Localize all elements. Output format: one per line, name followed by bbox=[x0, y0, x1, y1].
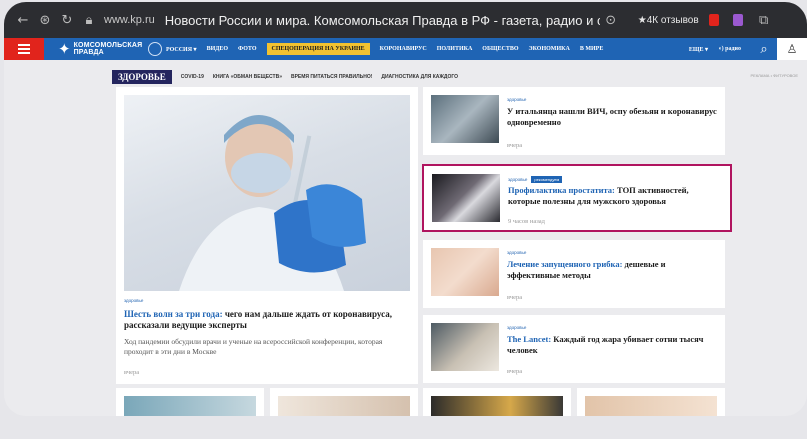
radio-link[interactable]: ◖) радио bbox=[718, 46, 741, 52]
side-article-image-4[interactable] bbox=[431, 323, 499, 371]
side-article-card-4[interactable]: здоровье The Lancet: Каждый год жара уби… bbox=[423, 315, 725, 383]
main-article-image[interactable] bbox=[124, 95, 410, 291]
bottom-article-card-1[interactable] bbox=[116, 388, 264, 416]
main-article-title[interactable]: Шесть волн за три года: чего нам дальше … bbox=[124, 309, 410, 331]
page-title: Новости России и мира. Комсомольская Пра… bbox=[164, 12, 600, 28]
side-article-tag-1[interactable]: здоровье bbox=[507, 97, 526, 102]
ad-label: РЕКЛАМА • ФИТУРОВОЕ bbox=[750, 73, 799, 78]
bookmark-icon[interactable]: ⊙ bbox=[600, 13, 622, 28]
side-article-card-3[interactable]: здоровье Лечение запущенного грибка: деш… bbox=[423, 240, 725, 308]
menu-icon[interactable] bbox=[4, 38, 44, 60]
nav-russia[interactable]: РОССИЯ ▾ bbox=[166, 46, 197, 53]
side-article-title-3-link[interactable]: Лечение запущенного грибка: bbox=[507, 259, 622, 269]
reload-icon[interactable]: ↻ bbox=[56, 13, 78, 28]
side-article-tag-2[interactable]: здоровье рекомендуем bbox=[508, 176, 563, 183]
reviews-badge[interactable]: ★4К отзывов bbox=[638, 15, 699, 26]
side-article-card-2[interactable]: здоровье рекомендуем Профилактика простат… bbox=[422, 164, 732, 232]
bottom-article-card-2[interactable] bbox=[270, 388, 418, 416]
section-link-covid[interactable]: COVID-19 bbox=[181, 74, 204, 80]
nav-world[interactable]: В МИРЕ bbox=[580, 46, 604, 52]
radio-label: радио bbox=[725, 46, 741, 52]
radio-icon: ◖) bbox=[718, 46, 724, 52]
side-article-image-2[interactable] bbox=[432, 174, 500, 222]
side-article-time-3: вчера bbox=[507, 294, 523, 301]
extensions-icon[interactable]: ⧉ bbox=[753, 13, 775, 28]
logo-badge-icon bbox=[148, 42, 163, 56]
site-navbar: ✦ КОМСОМОЛЬСКАЯ ПРАВДА РОССИЯ ▾ ВИДЕО ФО… bbox=[4, 38, 807, 60]
section-link-book[interactable]: КНИГА «ОБМАН ВЕЩЕСТВ» bbox=[213, 74, 282, 80]
side-article-title-3[interactable]: Лечение запущенного грибка: дешевые и эф… bbox=[507, 259, 717, 281]
side-article-title-2[interactable]: Профилактика простатита: ТОП активностей… bbox=[508, 185, 718, 207]
nav-special-operation[interactable]: СПЕЦОПЕРАЦИЯ НА УКРАИНЕ bbox=[266, 43, 370, 55]
bottom-article-image-3[interactable] bbox=[431, 396, 563, 416]
lock-icon: 🔒︎ bbox=[85, 12, 93, 28]
side-article-title-4[interactable]: The Lancet: Каждый год жара убивает сотн… bbox=[507, 334, 717, 356]
history-icon[interactable]: ⊛ bbox=[34, 13, 56, 28]
section-label[interactable]: ЗДОРОВЬЕ bbox=[112, 70, 172, 84]
bottom-article-image-1[interactable] bbox=[124, 396, 256, 416]
logo-line-1: КОМСОМОЛЬСКАЯ bbox=[73, 42, 143, 49]
side-article-tag-3[interactable]: здоровье bbox=[507, 250, 526, 255]
nav-coronavirus[interactable]: КОРОНАВИРУС bbox=[380, 46, 427, 52]
recommend-badge: рекомендуем bbox=[531, 176, 563, 183]
section-link-nutrition[interactable]: ВРЕМЯ ПИТАТЬСЯ ПРАВИЛЬНО! bbox=[291, 74, 372, 80]
site-logo[interactable]: ✦ КОМСОМОЛЬСКАЯ ПРАВДА bbox=[58, 40, 166, 58]
main-article-title-link[interactable]: Шесть волн за три года: bbox=[124, 309, 223, 319]
section-bar: ЗДОРОВЬЕ COVID-19 КНИГА «ОБМАН ВЕЩЕСТВ» … bbox=[112, 70, 807, 84]
main-article-time: вчера bbox=[124, 369, 140, 376]
side-article-image-3[interactable] bbox=[431, 248, 499, 296]
logo-line-2: ПРАВДА bbox=[73, 49, 104, 56]
side-article-time-2: 9 часов назад bbox=[508, 218, 545, 225]
side-article-title-1[interactable]: У итальянца нашли ВИЧ, оспу обезьян и ко… bbox=[507, 106, 717, 128]
user-icon[interactable]: ♙ bbox=[777, 38, 807, 60]
side-article-time-4: вчера bbox=[507, 368, 523, 375]
side-article-image-1[interactable] bbox=[431, 95, 499, 143]
side-article-tag-2-text: здоровье bbox=[508, 177, 528, 182]
bottom-article-image-2[interactable] bbox=[278, 396, 410, 416]
main-article-subtitle: Ход пандемии обсудили врачи и ученые на … bbox=[124, 337, 383, 356]
main-article-card[interactable]: здоровье Шесть волн за три года: чего на… bbox=[116, 87, 418, 384]
bottom-article-card-4[interactable] bbox=[577, 388, 725, 416]
logo-star-icon: ✦ bbox=[58, 40, 71, 58]
vaccination-illustration bbox=[179, 115, 366, 291]
extension-bookmark-icon[interactable] bbox=[708, 14, 719, 26]
extension-pen-icon[interactable] bbox=[732, 14, 743, 26]
nav-economy[interactable]: ЭКОНОМИКА bbox=[529, 46, 570, 52]
back-icon[interactable]: ← bbox=[12, 13, 34, 28]
bottom-article-card-3[interactable] bbox=[423, 388, 571, 416]
side-article-time-1: вчера bbox=[507, 142, 523, 149]
nav-politics[interactable]: ПОЛИТИКА bbox=[437, 46, 473, 52]
address-bar[interactable]: www.kp.ru bbox=[104, 14, 155, 26]
section-link-diagnostics[interactable]: ДИАГНОСТИКА ДЛЯ КАЖДОГО bbox=[381, 74, 458, 80]
nav-more[interactable]: ЕЩЕ ▾ bbox=[689, 46, 708, 53]
nav-photo[interactable]: ФОТО bbox=[238, 46, 256, 52]
browser-toolbar: ← ⊛ ↻ 🔒︎ www.kp.ru Новости России и мира… bbox=[4, 2, 807, 38]
side-article-tag-4[interactable]: здоровье bbox=[507, 325, 526, 330]
nav-video[interactable]: ВИДЕО bbox=[207, 46, 228, 52]
bottom-article-image-4[interactable] bbox=[585, 396, 717, 416]
side-article-card-1[interactable]: здоровье У итальянца нашли ВИЧ, оспу обе… bbox=[423, 87, 725, 155]
side-article-title-2-link[interactable]: Профилактика простатита: bbox=[508, 185, 615, 195]
nav-society[interactable]: ОБЩЕСТВО bbox=[482, 46, 518, 52]
screenshot: ← ⊛ ↻ 🔒︎ www.kp.ru Новости России и мира… bbox=[4, 2, 807, 416]
side-article-title-4-link[interactable]: The Lancet: bbox=[507, 334, 551, 344]
main-article-tag[interactable]: здоровье bbox=[124, 298, 143, 303]
search-icon[interactable]: ⌕ bbox=[751, 38, 777, 60]
